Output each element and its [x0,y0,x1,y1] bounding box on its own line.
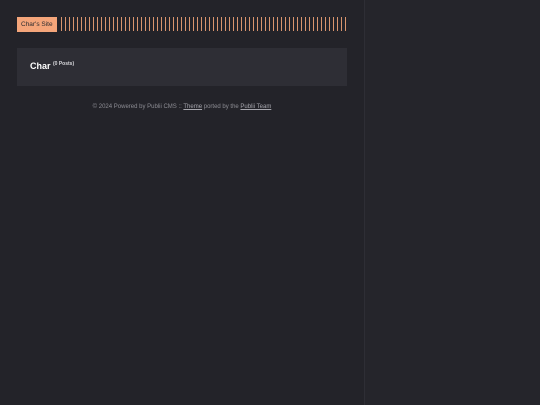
site-header: Char's Site [17,16,347,32]
post-count: (0 Posts) [53,61,75,67]
publii-team-link[interactable]: Publii Team [240,104,271,110]
main-column: Char's Site Char (0 Posts) © 2024 Powere… [0,0,364,405]
author-name: Char [30,61,51,71]
theme-link[interactable]: Theme [183,104,202,110]
site-title-link[interactable]: Char's Site [17,16,57,32]
sidebar-panel [364,0,540,405]
page: Char's Site Char (0 Posts) © 2024 Powere… [0,0,540,405]
header-stripe-decoration [60,17,347,31]
author-card: Char (0 Posts) [17,48,347,86]
footer: © 2024 Powered by Publii CMS :: Theme po… [17,103,347,111]
footer-prefix: © 2024 Powered by Publii CMS :: [92,104,184,110]
footer-middle: ported by the [202,104,241,110]
